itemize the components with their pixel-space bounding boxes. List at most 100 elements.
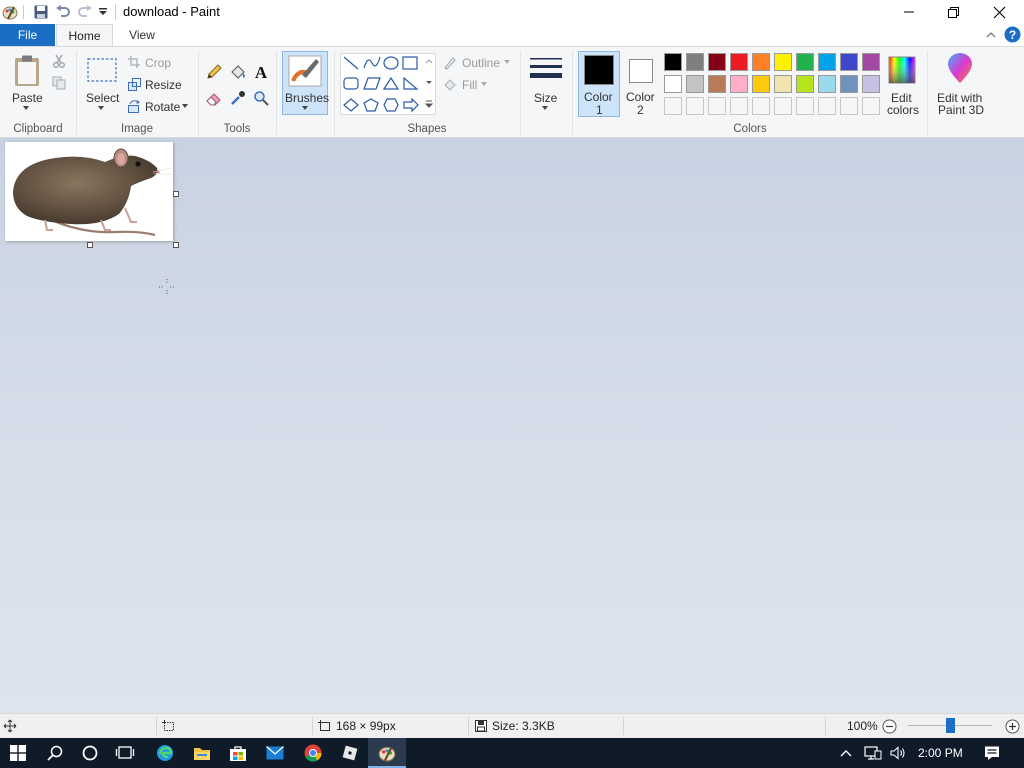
text-tool-icon[interactable]: A bbox=[252, 62, 270, 82]
paint-app-icon[interactable] bbox=[1, 3, 19, 21]
store-icon[interactable] bbox=[220, 738, 256, 768]
palette-swatch-custom[interactable] bbox=[730, 97, 748, 115]
image-canvas[interactable] bbox=[5, 142, 173, 241]
canvas-resize-handle-corner[interactable] bbox=[173, 242, 179, 248]
palette-swatch[interactable] bbox=[752, 53, 770, 71]
help-icon[interactable]: ? bbox=[1004, 26, 1021, 43]
palette-swatch-custom[interactable] bbox=[686, 97, 704, 115]
palette-swatch-custom[interactable] bbox=[862, 97, 880, 115]
select-icon[interactable] bbox=[86, 57, 118, 83]
color1-swatch[interactable] bbox=[584, 55, 614, 85]
cortana-icon[interactable] bbox=[72, 738, 108, 768]
palette-swatch[interactable] bbox=[840, 53, 858, 71]
show-hidden-icons-button[interactable] bbox=[832, 738, 860, 768]
paste-label[interactable]: Paste bbox=[12, 91, 43, 105]
minimize-button[interactable] bbox=[886, 0, 932, 24]
fill-label[interactable]: Fill bbox=[462, 78, 477, 92]
palette-swatch[interactable] bbox=[686, 53, 704, 71]
palette-swatch[interactable] bbox=[840, 75, 858, 93]
paint3d-label-2[interactable]: Paint 3D bbox=[938, 103, 984, 117]
outline-dropdown-icon[interactable] bbox=[503, 59, 511, 65]
color2-number[interactable]: 2 bbox=[637, 103, 644, 117]
palette-swatch[interactable] bbox=[708, 75, 726, 93]
size-icon[interactable] bbox=[528, 55, 564, 85]
color-picker-icon[interactable] bbox=[229, 89, 247, 107]
crop-label[interactable]: Crop bbox=[145, 56, 171, 70]
file-explorer-icon[interactable] bbox=[184, 738, 220, 768]
palette-swatch-custom[interactable] bbox=[752, 97, 770, 115]
resize-label[interactable]: Resize bbox=[145, 78, 182, 92]
size-dropdown-icon[interactable] bbox=[541, 105, 549, 111]
color2-label[interactable]: Color bbox=[626, 90, 655, 104]
palette-swatch[interactable] bbox=[664, 75, 682, 93]
color2-swatch[interactable] bbox=[629, 59, 653, 83]
edit-colors-label-2[interactable]: colors bbox=[887, 103, 919, 117]
palette-swatch[interactable] bbox=[686, 75, 704, 93]
palette-swatch[interactable] bbox=[862, 75, 880, 93]
collapse-ribbon-icon[interactable] bbox=[984, 28, 998, 42]
palette-swatch[interactable] bbox=[818, 75, 836, 93]
copy-icon[interactable] bbox=[51, 75, 67, 91]
brushes-icon[interactable] bbox=[287, 54, 323, 88]
redo-icon[interactable] bbox=[76, 3, 94, 21]
outline-icon[interactable] bbox=[442, 55, 458, 71]
palette-swatch[interactable] bbox=[664, 53, 682, 71]
fill-dropdown-icon[interactable] bbox=[480, 81, 488, 87]
canvas-resize-handle-right[interactable] bbox=[173, 191, 179, 197]
brushes-dropdown-icon[interactable] bbox=[301, 105, 309, 111]
resize-icon[interactable] bbox=[127, 77, 141, 91]
rotate-icon[interactable] bbox=[127, 99, 141, 113]
pencil-icon[interactable] bbox=[205, 63, 223, 81]
palette-swatch-custom[interactable] bbox=[796, 97, 814, 115]
palette-swatch[interactable] bbox=[708, 53, 726, 71]
clipboard-paste-icon[interactable] bbox=[10, 53, 44, 89]
chrome-icon[interactable] bbox=[295, 738, 331, 768]
network-icon[interactable] bbox=[860, 738, 886, 768]
size-label[interactable]: Size bbox=[534, 91, 557, 105]
cut-icon[interactable] bbox=[51, 53, 67, 69]
select-label[interactable]: Select bbox=[86, 91, 119, 105]
roblox-icon[interactable] bbox=[332, 738, 368, 768]
shapes-scroll[interactable] bbox=[424, 55, 434, 113]
select-dropdown-icon[interactable] bbox=[97, 105, 105, 111]
outline-label[interactable]: Outline bbox=[462, 56, 500, 70]
action-center-icon[interactable] bbox=[974, 738, 1010, 768]
color1-label[interactable]: Color bbox=[584, 90, 613, 104]
start-button[interactable] bbox=[0, 738, 36, 768]
fill-bucket-icon[interactable] bbox=[228, 63, 248, 81]
palette-swatch[interactable] bbox=[818, 53, 836, 71]
palette-swatch-custom[interactable] bbox=[818, 97, 836, 115]
edit-colors-icon[interactable] bbox=[887, 55, 917, 85]
color1-number[interactable]: 1 bbox=[596, 103, 603, 117]
fill-icon[interactable] bbox=[442, 77, 458, 93]
volume-icon[interactable] bbox=[886, 738, 910, 768]
magnifier-icon[interactable] bbox=[252, 89, 270, 107]
palette-swatch[interactable] bbox=[796, 75, 814, 93]
brushes-label[interactable]: Brushes bbox=[285, 91, 329, 105]
zoom-out-button[interactable] bbox=[881, 718, 897, 734]
zoom-slider-thumb[interactable] bbox=[946, 718, 955, 733]
save-icon[interactable] bbox=[32, 3, 50, 21]
palette-swatch[interactable] bbox=[730, 75, 748, 93]
task-view-icon[interactable] bbox=[107, 738, 143, 768]
palette-swatch[interactable] bbox=[862, 53, 880, 71]
palette-swatch-custom[interactable] bbox=[708, 97, 726, 115]
rotate-label[interactable]: Rotate bbox=[145, 100, 180, 114]
paste-dropdown-icon[interactable] bbox=[22, 105, 30, 111]
tab-view[interactable]: View bbox=[116, 24, 168, 46]
tab-file[interactable]: File bbox=[0, 24, 55, 46]
crop-icon[interactable] bbox=[127, 55, 141, 69]
palette-swatch[interactable] bbox=[730, 53, 748, 71]
customize-qa-dropdown-icon[interactable] bbox=[96, 3, 110, 21]
palette-swatch-custom[interactable] bbox=[774, 97, 792, 115]
close-button[interactable] bbox=[976, 0, 1022, 24]
eraser-icon[interactable] bbox=[205, 89, 223, 107]
paint3d-icon[interactable] bbox=[944, 53, 976, 85]
palette-swatch[interactable] bbox=[796, 53, 814, 71]
clock-time[interactable]: 2:00 PM bbox=[918, 746, 963, 760]
palette-swatch[interactable] bbox=[774, 75, 792, 93]
restore-button[interactable] bbox=[930, 0, 976, 24]
mail-icon[interactable] bbox=[257, 738, 293, 768]
rotate-dropdown-icon[interactable] bbox=[181, 103, 189, 109]
canvas-resize-handle-bottom[interactable] bbox=[87, 242, 93, 248]
